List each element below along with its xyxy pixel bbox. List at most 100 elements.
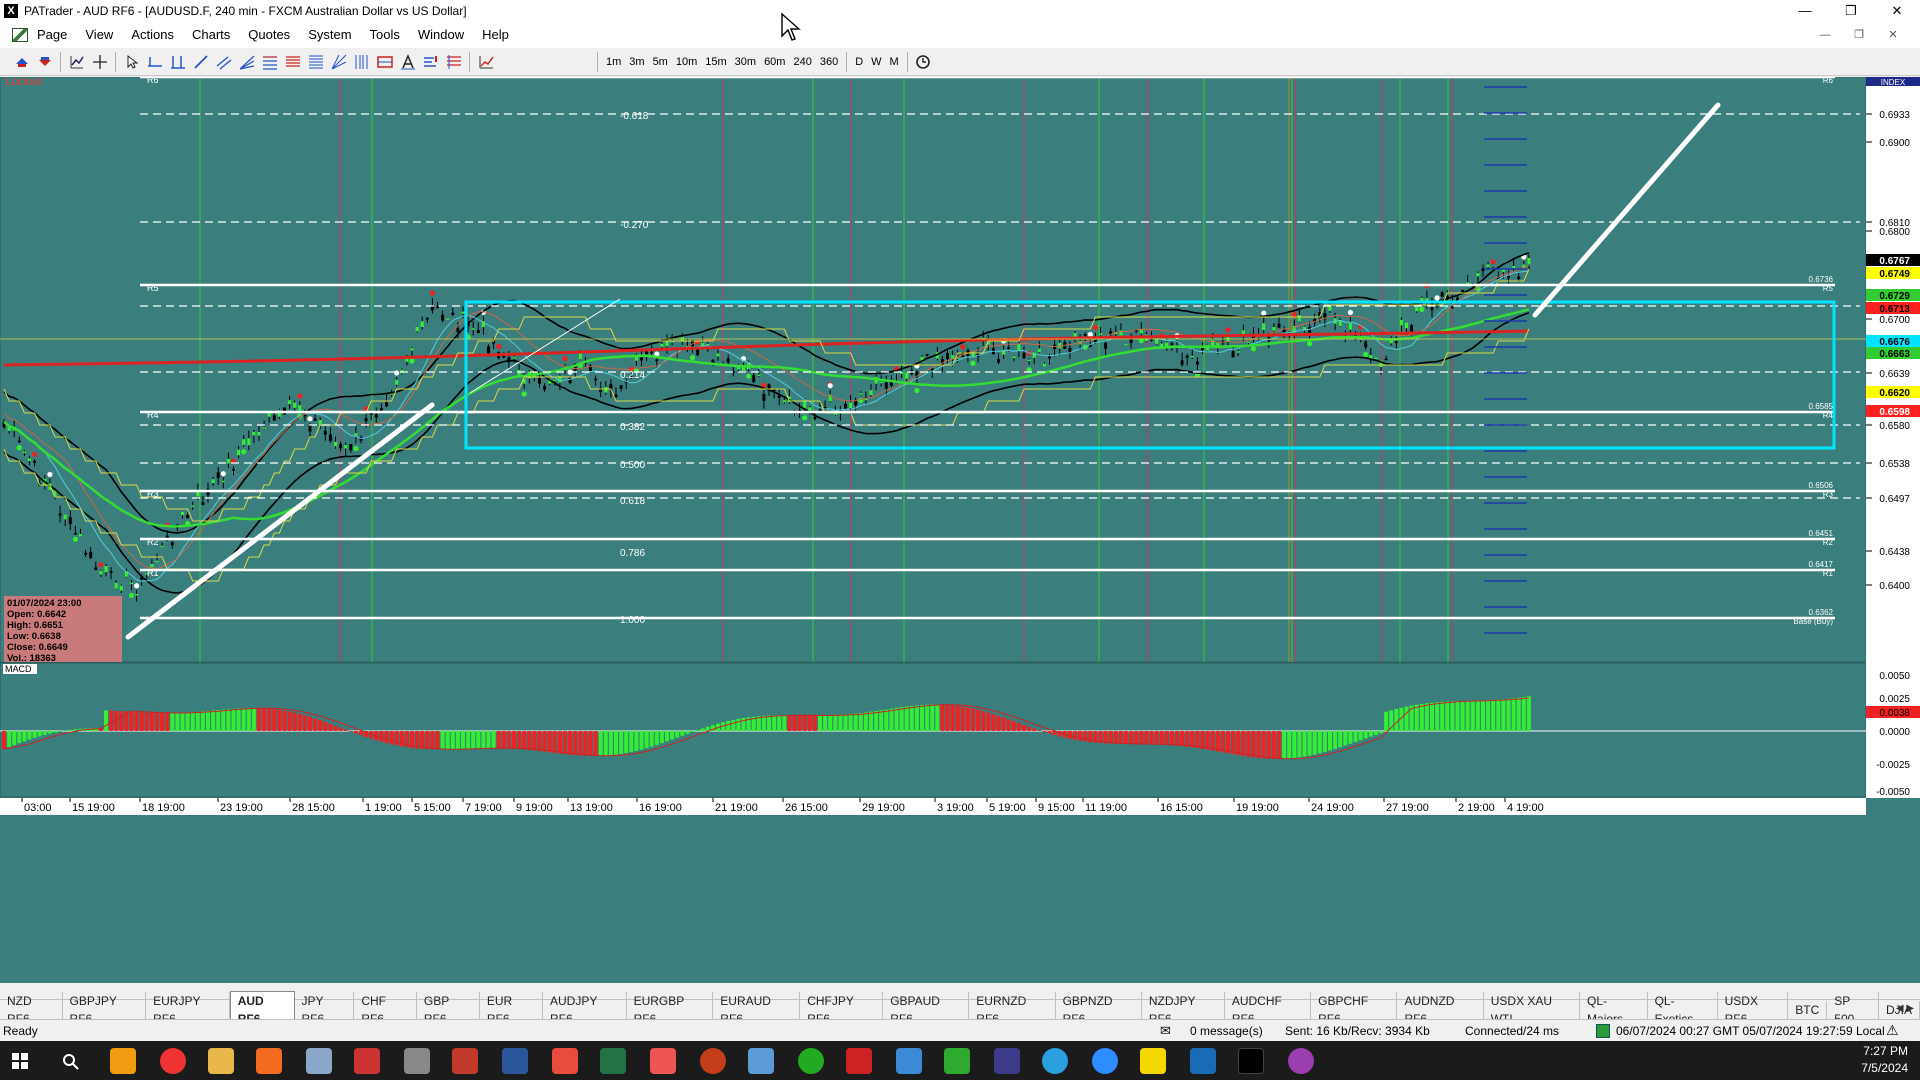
time-axis-label: 2 19:00 xyxy=(1458,802,1495,814)
candle-body xyxy=(1048,355,1051,359)
powerpoint-icon[interactable] xyxy=(700,1048,726,1074)
gann-icon[interactable] xyxy=(328,51,350,73)
close-button[interactable]: ✕ xyxy=(1874,0,1920,22)
mdi-close-button[interactable]: ✕ xyxy=(1876,22,1910,48)
mail-icon[interactable]: ✉ xyxy=(1160,1023,1171,1039)
app-icon[interactable] xyxy=(306,1048,332,1074)
chrome-icon[interactable] xyxy=(160,1048,186,1074)
clock-icon[interactable] xyxy=(912,51,934,73)
avatar[interactable] xyxy=(1288,1048,1314,1074)
timeframe-3m[interactable]: 3m xyxy=(625,51,648,73)
brave-icon[interactable] xyxy=(256,1048,282,1074)
price-chart[interactable]: 0.6972R6R60.6736R5R50.6585R4R40.6506R3R3… xyxy=(0,77,1920,983)
menu-actions[interactable]: Actions xyxy=(122,22,183,48)
timeframe-360[interactable]: 360 xyxy=(816,51,842,73)
menu-system[interactable]: System xyxy=(299,22,360,48)
period-daily[interactable]: D xyxy=(851,51,867,73)
pointer-icon[interactable] xyxy=(121,51,143,73)
restore-button[interactable]: ❐ xyxy=(1828,0,1874,22)
outlook-icon[interactable] xyxy=(110,1048,136,1074)
macd-bar xyxy=(1424,703,1429,731)
timeframe-5m[interactable]: 5m xyxy=(649,51,672,73)
buy-sell-red-icon[interactable] xyxy=(34,51,56,73)
time-zones-icon[interactable] xyxy=(351,51,373,73)
menu-charts[interactable]: Charts xyxy=(183,22,239,48)
app-red-icon[interactable] xyxy=(846,1048,872,1074)
macd-bar xyxy=(394,731,399,746)
pivot-value-label: 0.6736 xyxy=(1809,275,1834,284)
timeframe-60m[interactable]: 60m xyxy=(760,51,789,73)
menu-view[interactable]: View xyxy=(76,22,122,48)
signal-dot-green xyxy=(241,449,247,455)
candle-body xyxy=(242,439,246,445)
system-tray[interactable]: 7:27 PM 7/5/2024 xyxy=(1861,1043,1908,1077)
macd-bar xyxy=(578,731,583,756)
price-levels-icon[interactable] xyxy=(443,51,465,73)
buy-sell-blue-icon[interactable] xyxy=(11,51,33,73)
fib-levels-icon[interactable] xyxy=(305,51,327,73)
horizontal-line-icon[interactable] xyxy=(144,51,166,73)
chart-area[interactable]: 0.6972R6R60.6736R5R50.6585R4R40.6506R3R3… xyxy=(0,77,1920,983)
app-quote-icon[interactable] xyxy=(994,1048,1020,1074)
search-icon[interactable] xyxy=(62,1053,80,1071)
vertical-line-icon[interactable] xyxy=(167,51,189,73)
windows-start-icon[interactable] xyxy=(12,1053,28,1069)
trendline-icon[interactable] xyxy=(190,51,212,73)
timeframe-10m[interactable]: 10m xyxy=(672,51,701,73)
menu-tools[interactable]: Tools xyxy=(361,22,409,48)
status-messages[interactable]: 0 message(s) xyxy=(1190,1024,1263,1038)
candle-body xyxy=(58,513,62,516)
sound-icon[interactable]: ⚠ xyxy=(1886,1022,1899,1039)
zoom-icon[interactable] xyxy=(1092,1048,1118,1074)
crosshair-icon[interactable] xyxy=(89,51,111,73)
minimize-button[interactable]: — xyxy=(1782,0,1828,22)
sticky-notes-icon[interactable] xyxy=(1140,1048,1166,1074)
app-s-icon[interactable] xyxy=(650,1048,676,1074)
indicator-icon[interactable] xyxy=(475,51,497,73)
channel-icon[interactable] xyxy=(213,51,235,73)
timeframe-240[interactable]: 240 xyxy=(789,51,815,73)
fib-extension-icon[interactable] xyxy=(282,51,304,73)
telegram-icon[interactable] xyxy=(1042,1048,1068,1074)
menu-page[interactable]: Page xyxy=(28,22,76,48)
app-c-icon[interactable] xyxy=(552,1048,578,1074)
price-axis-label: 0.6400 xyxy=(1879,581,1910,592)
patrader-icon[interactable] xyxy=(354,1048,380,1074)
symbol-tab[interactable]: BTC xyxy=(1788,1000,1828,1019)
app-star-icon[interactable] xyxy=(1190,1048,1216,1074)
rectangle-icon[interactable] xyxy=(374,51,396,73)
app-c-green-icon[interactable] xyxy=(944,1048,970,1074)
page-icon[interactable] xyxy=(12,28,28,42)
app-green-icon[interactable] xyxy=(798,1048,824,1074)
fan-icon[interactable] xyxy=(236,51,258,73)
timeframe-1m[interactable]: 1m xyxy=(602,51,625,73)
word-icon[interactable] xyxy=(502,1048,528,1074)
timeframe-15m[interactable]: 15m xyxy=(701,51,730,73)
alert-line-icon[interactable] xyxy=(420,51,442,73)
chart-icon[interactable] xyxy=(66,51,88,73)
tab-scroll-arrows[interactable]: ◀ ▶ xyxy=(1896,1000,1914,1018)
macd-bar xyxy=(1139,731,1144,745)
mdi-restore-button[interactable]: ❐ xyxy=(1842,22,1876,48)
fibonacci-icon[interactable] xyxy=(259,51,281,73)
period-monthly[interactable]: M xyxy=(886,51,903,73)
text-icon[interactable] xyxy=(397,51,419,73)
menu-quotes[interactable]: Quotes xyxy=(239,22,299,48)
mdi-minimize-button[interactable]: — xyxy=(1808,22,1842,48)
macd-bar xyxy=(501,731,506,749)
file-explorer-icon[interactable] xyxy=(208,1048,234,1074)
menu-window[interactable]: Window xyxy=(409,22,473,48)
candle-body xyxy=(1394,341,1398,344)
period-weekly[interactable]: W xyxy=(867,51,885,73)
app-window-icon[interactable] xyxy=(748,1048,774,1074)
excel-icon[interactable] xyxy=(600,1048,626,1074)
macd-bar xyxy=(1032,728,1037,731)
mouse-cursor-icon xyxy=(781,12,801,41)
menu-help[interactable]: Help xyxy=(473,22,518,48)
macd-bar xyxy=(1241,731,1246,756)
tiktok-icon[interactable] xyxy=(1238,1048,1264,1074)
calculator-icon[interactable] xyxy=(404,1048,430,1074)
patrader-active-icon[interactable] xyxy=(452,1048,478,1074)
app-blue-icon[interactable] xyxy=(896,1048,922,1074)
timeframe-30m[interactable]: 30m xyxy=(731,51,760,73)
